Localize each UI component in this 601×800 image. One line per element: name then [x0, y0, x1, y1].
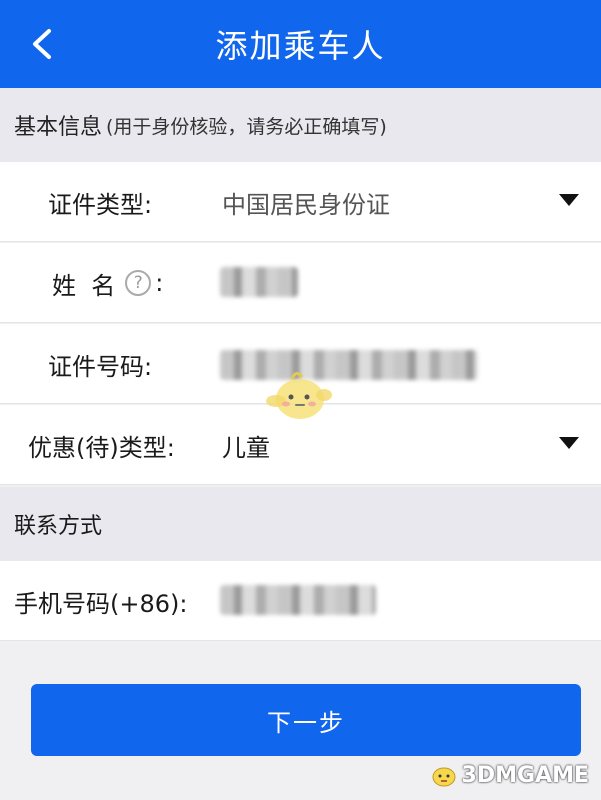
name-label-group: 姓 名 ? : [52, 243, 163, 323]
id-number-label: 证件号码: [48, 352, 153, 381]
basic-info-title: 基本信息 [14, 115, 103, 140]
help-icon[interactable]: ? [125, 270, 152, 296]
contact-section-header: 联系方式 [0, 487, 601, 561]
name-label-colon: : [155, 269, 164, 297]
id-type-label: 证件类型: [48, 190, 153, 219]
id-type-select[interactable]: 中国居民身份证 [222, 162, 390, 242]
id-number-input-obscured[interactable] [220, 350, 478, 380]
page-title: 添加乘车人 [215, 27, 386, 65]
caret-down-icon[interactable] [559, 437, 579, 449]
basic-info-section-header: 基本信息 (用于身份核验，请务必正确填写) [0, 88, 601, 162]
next-step-button[interactable]: 下一步 [31, 684, 581, 756]
contact-title: 联系方式 [14, 514, 103, 539]
name-row: 姓 名 ? : [0, 243, 601, 323]
caret-down-icon[interactable] [559, 194, 579, 206]
phone-row: 手机号码(+86): [0, 561, 601, 641]
watermark-text: 3DMGAME [461, 763, 589, 788]
mascot-logo-icon [432, 767, 456, 786]
phone-input-obscured[interactable] [220, 585, 376, 615]
mascot-watermark-icon [266, 372, 332, 419]
basic-info-note: (用于身份核验，请务必正确填写) [106, 115, 387, 138]
discount-type-label: 优惠(待)类型: [28, 433, 175, 462]
app-header: 添加乘车人 [0, 0, 601, 88]
id-type-row[interactable]: 证件类型: 中国居民身份证 [0, 162, 601, 242]
name-label: 姓 名 [52, 271, 116, 300]
name-input-obscured[interactable] [220, 267, 298, 297]
site-watermark: 3DMGAME [430, 763, 589, 788]
phone-label: 手机号码(+86): [14, 589, 188, 618]
